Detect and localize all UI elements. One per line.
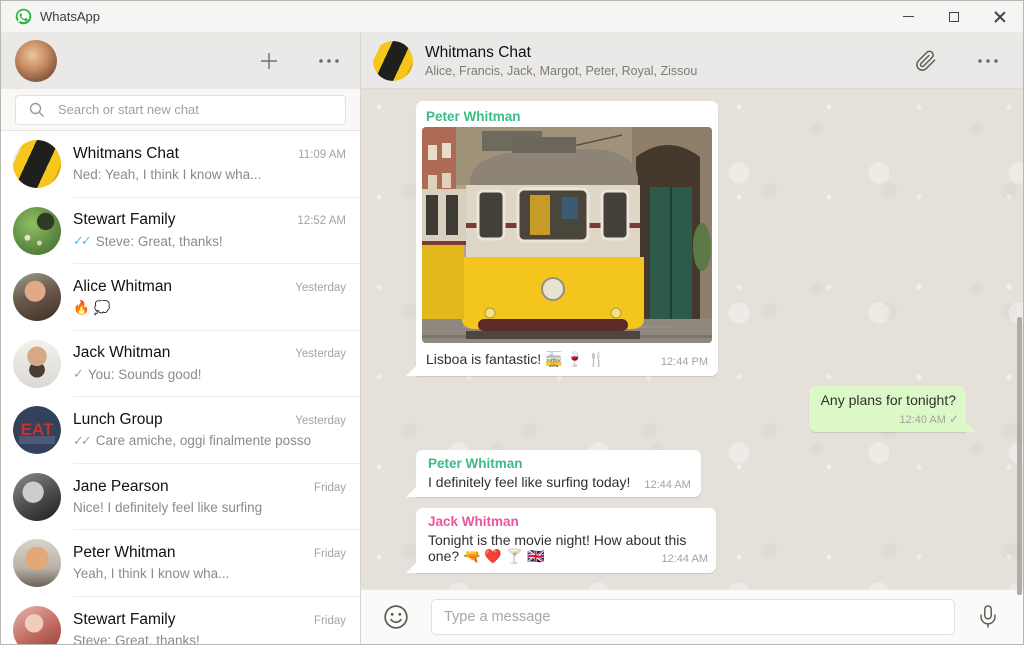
minimize-icon [902,16,914,17]
message-surf-bubble[interactable]: Peter Whitman I definitely feel like sur… [406,450,701,497]
chat-name: Jack Whitman [73,344,171,362]
chat-preview: Care amiche, oggi finalmente posso [95,433,312,449]
search-row [1,89,360,131]
chat-avatar: EAT [13,406,61,455]
microphone-icon [980,605,996,628]
conversation-title: Whitmans Chat [425,43,531,61]
message-time: 12:44 PM [660,356,708,368]
ellipsis-icon [978,58,998,63]
chat-time: Yesterday [295,348,346,361]
plus-icon [261,53,277,69]
chat-time: 12:52 AM [297,215,346,228]
message-time: 12:40 AM [899,414,946,426]
chat-avatar [13,472,61,521]
conversation-participants: Alice, Francis, Jack, Margot, Peter, Roy… [425,63,698,78]
chat-time: 11:09 AM [298,149,346,162]
smiley-icon [384,605,408,629]
message-input[interactable] [431,599,955,635]
chat-time: Friday [314,614,346,627]
chat-name: Peter Whitman [73,544,176,562]
message-sender: Peter Whitman [428,456,523,471]
chat-list-item-jane-pearson[interactable]: Jane Pearson Friday Nice! I definitely fe… [1,464,360,530]
sidebar-header [1,33,360,89]
chat-list: Whitmans Chat 11:09 AM Ned: Yeah, I think… [1,131,360,644]
maximize-icon [949,11,959,22]
chat-list-item-stewart-family-2[interactable]: Stewart Family Friday Steve: Great, thank… [1,597,360,644]
window-title: WhatsApp [40,9,100,24]
chat-preview: You: Sounds good! [87,366,202,382]
chat-preview: Nice! I definitely feel like surfing [73,499,263,515]
attach-button[interactable] [909,44,943,78]
read-receipt-icon: ✓✓ [73,233,92,249]
close-icon [994,11,1006,23]
chat-name: Jane Pearson [73,477,169,495]
paperclip-icon [916,50,936,71]
read-receipt-icon: ✓✓ [73,432,92,448]
message-caption: Lisboa is fantastic! 🚋 🍷 🍴 [426,351,606,367]
sent-tick-icon: ✓ [948,412,959,426]
whatsapp-window: WhatsApp Search or start new chat Whitma… [0,0,1024,645]
chat-avatar [13,206,61,255]
composer-bar [361,589,1023,644]
chat-avatar [13,605,61,644]
chat-scrollbar[interactable] [1017,317,1022,595]
titlebar: WhatsApp [1,1,1023,33]
whatsapp-logo-icon [15,8,32,25]
ellipsis-icon [319,59,339,63]
chat-avatar [13,273,61,322]
new-chat-button[interactable] [252,44,286,78]
chat-name: Whitmans Chat [73,145,179,163]
chat-list-item-stewart-family[interactable]: Stewart Family 12:52 AM ✓✓ Steve: Great, t… [1,198,360,264]
chat-list-item-whitmans-chat[interactable]: Whitmans Chat 11:09 AM Ned: Yeah, I think… [1,131,360,198]
lisbon-tram-photo[interactable] [422,127,712,343]
chat-preview: Ned: Yeah, I think I know wha... [73,167,262,183]
message-time: 12:44 AM [644,479,691,491]
message-sender: Jack Whitman [428,514,519,529]
search-input[interactable] [15,94,346,125]
close-button[interactable] [977,1,1023,32]
voice-message-button[interactable] [971,598,1005,636]
message-photo-bubble[interactable]: Peter Whitman Lisboa is fantastic! 🚋 🍷 🍴… [406,101,718,376]
sidebar: Whitmans Chat 11:09 AM Ned: Yeah, I think… [1,33,361,644]
sidebar-menu-button[interactable] [312,52,346,70]
chat-name: Alice Whitman [73,277,173,295]
message-history[interactable]: Peter Whitman Lisboa is fantastic! 🚋 🍷 🍴… [361,89,1023,589]
chat-list-item-peter-whitman[interactable]: Peter Whitman Friday Yeah, I think I know… [1,530,360,597]
message-outgoing-bubble[interactable]: Any plans for tonight? 12:40 AM ✓ [808,386,977,432]
chat-time: Yesterday [295,414,346,427]
chat-list-item-alice-whitman[interactable]: Alice Whitman Yesterday 🔥 💭 [1,264,360,331]
conversation-menu-button[interactable] [971,52,1005,70]
chat-name: Lunch Group [73,410,163,428]
message-text: I definitely feel like surfing today! [428,474,631,490]
emoji-button[interactable] [377,598,415,636]
chat-avatar [13,339,61,388]
chat-preview: Steve: Great, thanks! [95,233,223,249]
conversation-avatar[interactable] [373,40,413,81]
chat-time: Friday [314,481,346,494]
chat-avatar [13,539,61,588]
chat-list-item-lunch-group[interactable]: EAT Lunch Group Yesterday ✓✓ Care amiche, … [1,397,360,464]
minimize-button[interactable] [885,1,931,32]
chat-preview: Yeah, I think I know wha... [73,566,230,582]
chat-preview: 🔥 💭 [73,299,111,315]
chat-name: Stewart Family [73,211,176,229]
message-time: 12:44 AM [661,553,708,565]
chat-time: Friday [314,548,346,561]
read-receipt-icon: ✓ [73,366,84,382]
maximize-button[interactable] [931,1,977,32]
eat-sign-avatar: EAT [13,406,61,455]
chat-name: Stewart Family [73,610,176,628]
conversation-pane: Whitmans Chat Alice, Francis, Jack, Marg… [361,33,1023,644]
svg-text:EAT: EAT [21,420,54,439]
message-sender: Peter Whitman [426,109,521,124]
chat-avatar [13,140,61,189]
my-profile-avatar[interactable] [15,40,57,82]
message-movie-bubble[interactable]: Jack Whitman Tonight is the movie night!… [406,508,716,573]
chat-list-item-jack-whitman[interactable]: Jack Whitman Yesterday ✓ You: Sounds good! [1,331,360,397]
search-icon [29,102,44,117]
message-text: Any plans for tonight? [820,392,956,408]
conversation-header[interactable]: Whitmans Chat Alice, Francis, Jack, Marg… [361,33,1023,89]
chat-preview: Steve: Great, thanks! [73,632,200,644]
chat-time: Yesterday [295,281,346,294]
